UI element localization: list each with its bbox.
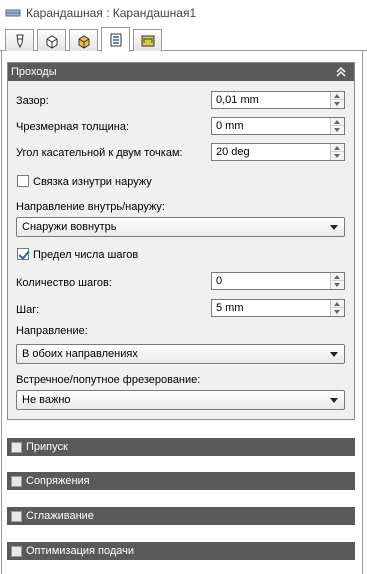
excess-row: Чрезмерная толщина: 0 mm [8,117,354,137]
passes-panel: Проходы Зазор: 0,01 mm Чрезмерная толщин… [7,62,355,420]
angle-input[interactable]: 20 deg [211,143,345,161]
spin-up-icon[interactable] [334,302,340,306]
section-smoothing[interactable]: Сглаживание [7,507,355,525]
passes-panel-title: Проходы [11,66,57,78]
cube-outline-icon [46,34,57,49]
milling-select[interactable]: Не важно [16,390,345,410]
section-smoothing-label: Сглаживание [26,510,94,522]
section-allowance-checkbox[interactable] [11,441,22,453]
excess-input[interactable]: 0 mm [211,117,345,135]
spin-down-icon[interactable] [334,310,340,314]
cube-solid-icon [78,34,89,49]
link-inside-out-label[interactable]: Связка изнутри наружу [33,176,152,188]
tab-linking[interactable] [133,29,162,51]
collapse-icon[interactable] [335,65,347,79]
spin-up-icon[interactable] [334,94,340,98]
direction-io-select[interactable]: Снаружи вовнутрь [16,217,345,237]
tab-passes[interactable] [101,27,130,52]
passes-panel-header[interactable]: Проходы [8,63,354,81]
step-count-row: Количество шагов: 0 [8,272,354,292]
direction-io-label: Направление внутрь/наружу: [16,201,165,213]
limit-steps-row: Предел числа шагов [8,247,354,263]
angle-spinner[interactable] [330,144,344,160]
step-input[interactable]: 5 mm [211,299,345,317]
section-fillets-checkbox[interactable] [11,475,22,487]
milling-label: Встречное/попутное фрезерование: [16,374,201,386]
tab-geometry[interactable] [37,29,66,51]
section-fillets-label: Сопряжения [26,475,90,487]
section-fillets[interactable]: Сопряжения [7,472,355,490]
tab-strip [0,27,367,52]
angle-row: Угол касательной к двум точкам: 20 deg [8,143,354,163]
gap-label: Зазор: [16,95,49,107]
section-feed-optimization-checkbox[interactable] [11,545,22,557]
window-title-bar: Карандашная : Карандашная1 [0,0,367,26]
direction-label: Направление: [16,325,88,337]
angle-label: Угол касательной к двум точкам: [16,147,183,159]
gap-spinner[interactable] [330,92,344,108]
section-allowance[interactable]: Припуск [7,438,355,456]
step-count-spinner[interactable] [330,273,344,289]
spin-down-icon[interactable] [334,102,340,106]
chevron-down-icon [330,225,338,230]
spin-down-icon[interactable] [334,154,340,158]
section-allowance-label: Припуск [26,441,68,453]
passes-icon [110,33,121,47]
chevron-down-icon [330,352,338,357]
tool-icon [15,34,24,48]
operation-icon [5,6,21,20]
link-inside-out-checkbox[interactable] [17,175,29,187]
window-title: Карандашная : Карандашная1 [26,6,197,20]
limit-steps-label[interactable]: Предел числа шагов [33,249,138,261]
step-label: Шаг: [16,304,40,316]
excess-label: Чрезмерная толщина: [16,121,130,133]
spin-up-icon[interactable] [334,275,340,279]
step-count-input[interactable]: 0 [211,272,345,290]
spin-up-icon[interactable] [334,146,340,150]
section-feed-optimization[interactable]: Оптимизация подачи [7,542,355,560]
step-row: Шаг: 5 mm [8,299,354,319]
section-feed-optimization-label: Оптимизация подачи [26,545,135,557]
excess-spinner[interactable] [330,118,344,134]
tab-tool[interactable] [5,29,34,51]
gap-input[interactable]: 0,01 mm [211,91,345,109]
spin-down-icon[interactable] [334,283,340,287]
linking-icon [141,35,154,46]
section-smoothing-checkbox[interactable] [11,510,22,522]
link-inside-out-row: Связка изнутри наружу [8,174,354,190]
spin-up-icon[interactable] [334,120,340,124]
chevron-down-icon [330,398,338,403]
gap-row: Зазор: 0,01 mm [8,91,354,111]
spin-down-icon[interactable] [334,128,340,132]
step-spinner[interactable] [330,300,344,316]
step-count-label: Количество шагов: [16,277,112,289]
limit-steps-checkbox[interactable] [17,248,29,260]
direction-select[interactable]: В обоих направлениях [16,344,345,364]
tab-stock[interactable] [69,29,98,51]
